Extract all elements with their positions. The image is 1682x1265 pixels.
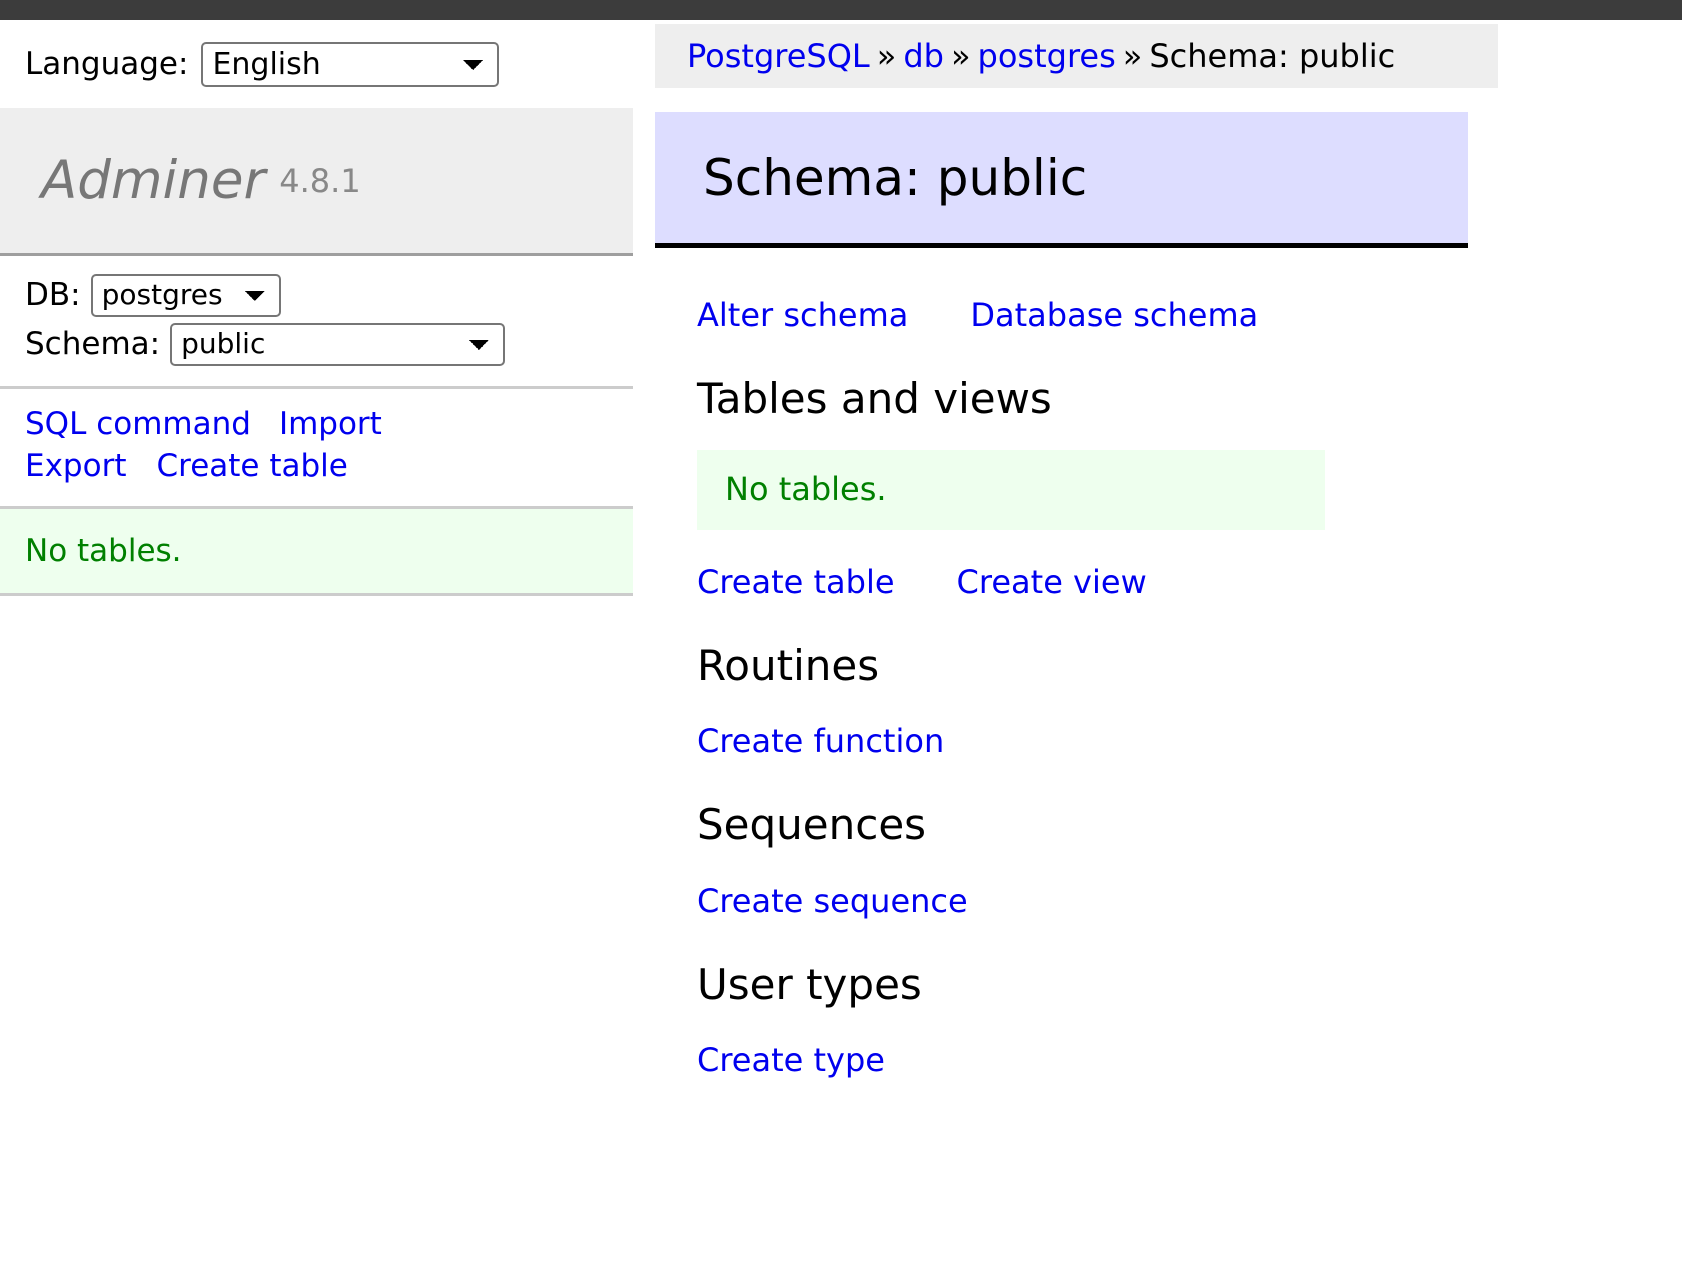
main-no-tables-message: No tables. xyxy=(697,450,1325,531)
sidebar-link-export[interactable]: Export xyxy=(25,445,126,488)
breadcrumb: PostgreSQL » db » postgres » Schema: pub… xyxy=(655,24,1498,88)
main-content: Schema: public Alter schema Database sch… xyxy=(655,112,1682,1079)
db-row: DB: postgres xyxy=(25,274,633,317)
db-schema-selectors: DB: postgres Schema: public xyxy=(0,256,633,389)
sidebar-action-links: SQL command Import Export Create table xyxy=(0,388,633,510)
link-create-type[interactable]: Create type xyxy=(697,1041,885,1079)
db-label: DB: xyxy=(25,276,81,313)
schema-label: Schema: xyxy=(25,325,161,362)
breadcrumb-server-link[interactable]: PostgreSQL xyxy=(687,37,870,75)
section-heading-routines: Routines xyxy=(697,641,880,691)
breadcrumb-host-link[interactable]: db xyxy=(903,37,944,75)
sidebar-link-import[interactable]: Import xyxy=(279,403,382,446)
link-create-sequence[interactable]: Create sequence xyxy=(697,882,968,920)
top-dark-bar xyxy=(0,0,1682,20)
routines-action-links: Create function xyxy=(697,722,1682,760)
main-body: Alter schema Database schema Tables and … xyxy=(655,296,1682,1079)
link-database-schema[interactable]: Database schema xyxy=(970,296,1258,334)
sidebar-link-sql-command[interactable]: SQL command xyxy=(25,403,251,446)
tables-action-links: Create table Create view xyxy=(697,563,1682,601)
breadcrumb-separator: » xyxy=(876,37,897,75)
adminer-logo[interactable]: Adminer 4.8.1 xyxy=(0,108,633,256)
page-title: Schema: public xyxy=(655,112,1468,248)
adminer-version-text: 4.8.1 xyxy=(279,161,361,200)
breadcrumb-database-link[interactable]: postgres xyxy=(978,37,1116,75)
sidebar-no-tables-message: No tables. xyxy=(0,509,633,597)
language-select[interactable]: English xyxy=(201,41,500,87)
breadcrumb-current: Schema: public xyxy=(1149,37,1396,75)
section-heading-tables-and-views: Tables and views xyxy=(697,374,1052,423)
section-heading-user-types: User types xyxy=(697,959,922,1009)
db-select[interactable]: postgres xyxy=(90,274,281,317)
sidebar: Adminer 4.8.1 DB: postgres Schema: publi… xyxy=(0,108,633,597)
sidebar-link-row: SQL command Import xyxy=(25,403,633,446)
link-alter-schema[interactable]: Alter schema xyxy=(697,296,908,334)
link-create-table[interactable]: Create table xyxy=(697,563,895,601)
sidebar-link-create-table[interactable]: Create table xyxy=(156,445,347,488)
breadcrumb-separator: » xyxy=(1122,37,1143,75)
link-create-view[interactable]: Create view xyxy=(957,563,1147,601)
user-types-action-links: Create type xyxy=(697,1041,1682,1079)
sequences-action-links: Create sequence xyxy=(697,882,1682,920)
breadcrumb-separator: » xyxy=(950,37,971,75)
schema-action-links: Alter schema Database schema xyxy=(697,296,1682,334)
section-heading-sequences: Sequences xyxy=(697,800,927,850)
schema-select[interactable]: public xyxy=(170,322,506,366)
link-create-function[interactable]: Create function xyxy=(697,722,944,760)
language-label: Language: xyxy=(25,45,189,82)
sidebar-link-row: Export Create table xyxy=(25,445,633,488)
language-bar: Language: English xyxy=(0,20,633,108)
adminer-logo-text: Adminer xyxy=(41,150,266,211)
schema-row: Schema: public xyxy=(25,322,633,366)
